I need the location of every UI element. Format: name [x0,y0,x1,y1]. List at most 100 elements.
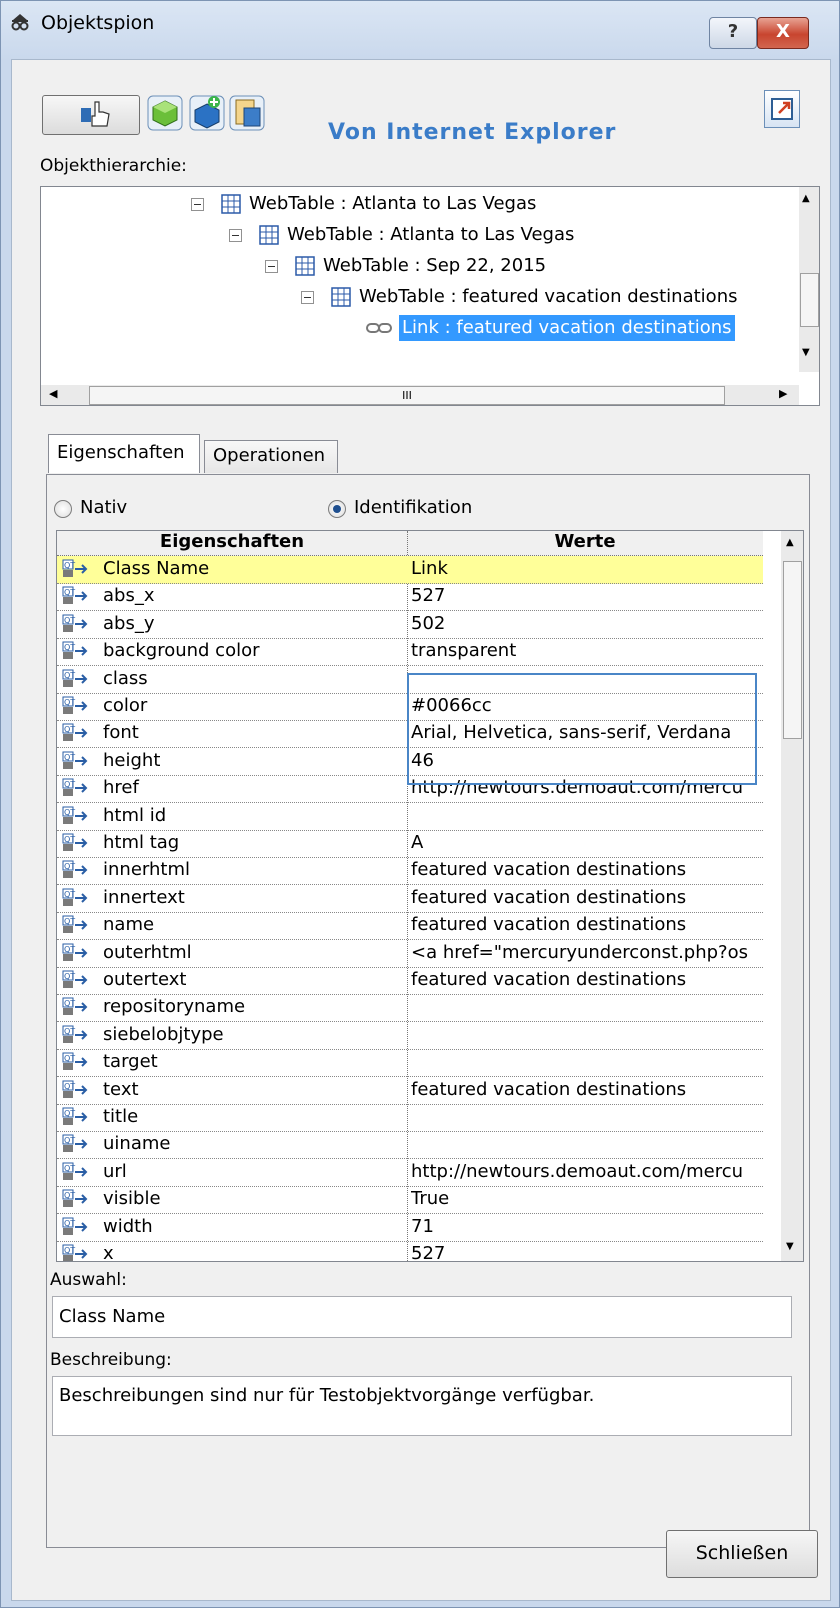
table-row[interactable]: QT abs_x 527 [57,583,763,612]
tree-node-label: Link : featured vacation destinations [399,315,735,341]
table-row[interactable]: QT x 527 [57,1241,763,1262]
property-value: featured vacation destinations [411,1078,687,1100]
description-field[interactable]: Beschreibungen sind nur für Testobjektvo… [52,1376,792,1436]
table-row[interactable]: QT font Arial, Helvetica, sans-serif, Verd… [57,720,763,749]
property-value: 502 [411,612,446,634]
property-icon: QT [62,641,88,661]
table-row[interactable]: QT height 46 [57,748,763,776]
collapse-icon[interactable] [229,229,242,242]
close-button[interactable]: Schließen [666,1530,818,1578]
property-value: <a href="mercuryunderconst.php?os [411,941,748,963]
property-value: 527 [411,585,446,607]
property-icon: QT [62,915,88,935]
scroll-left-icon[interactable]: ◀ [49,387,57,400]
help-button[interactable]: ? [709,17,757,49]
object-spy-window: Objektspion ? X Von Internet Explorer Ob… [0,0,840,1608]
table-row[interactable]: QT uiname [57,1131,763,1160]
property-value: featured vacation destinations [411,914,687,936]
property-icon: QT [62,860,88,880]
scroll-thumb[interactable]: III [89,386,725,405]
table-row[interactable]: QT Class Name Link [57,556,763,584]
link-icon [366,323,392,333]
header-values[interactable]: Werte [407,531,763,552]
table-row[interactable]: QT url http://newtours.demoaut.com/mercu [57,1159,763,1187]
tree-node[interactable]: WebTable : Atlanta to Las Vegas [229,222,769,248]
radio-nativ-label: Nativ [80,497,128,518]
pointing-hand-button[interactable] [42,95,140,135]
svg-text:QT: QT [64,643,75,652]
popout-button[interactable] [764,90,800,128]
pointing-hand-icon [81,101,110,127]
object-repository-icon[interactable] [188,92,226,134]
property-icon: QT [62,1052,88,1072]
properties-grid[interactable]: Eigenschaften Werte QT Class Name Link QT ab… [56,530,804,1262]
tab-eigenschaften[interactable]: Eigenschaften [48,434,200,473]
table-row[interactable]: QT siebelobjtype [57,1022,763,1050]
tree-vertical-scrollbar[interactable]: ▲ ▼ [799,187,819,372]
table-row[interactable]: QT target [57,1049,763,1078]
scroll-thumb[interactable] [783,561,802,739]
property-value: 527 [411,1243,446,1262]
tree-node[interactable]: WebTable : Atlanta to Las Vegas [191,191,751,217]
property-name: outertext [103,969,187,990]
scroll-up-icon[interactable]: ▲ [802,193,810,204]
grid-header: Eigenschaften Werte [57,531,763,556]
table-row[interactable]: QT outertext featured vacation destination… [57,967,763,995]
property-name: uiname [103,1133,171,1155]
radio-nativ[interactable] [54,500,72,518]
table-row[interactable]: QT color #0066cc [57,693,763,721]
copy-clipboard-icon[interactable] [228,92,266,134]
table-row[interactable]: QT outerhtml <a href="mercuryunderconst.ph… [57,940,763,968]
table-row[interactable]: QT href http://newtours.demoaut.com/mercu [57,775,763,804]
table-row[interactable]: QT repositoryname [57,994,763,1023]
property-icon: QT [62,1162,88,1182]
table-row[interactable]: QT class [57,666,763,694]
tree-horizontal-scrollbar[interactable]: ◀ III ▶ [41,385,799,405]
header-properties[interactable]: Eigenschaften [57,531,407,552]
table-row[interactable]: QT abs_y 502 [57,611,763,639]
title-bar[interactable]: Objektspion ? X [1,1,839,49]
property-name: abs_y [103,612,155,634]
collapse-icon[interactable] [265,260,278,273]
property-value: Arial, Helvetica, sans-serif, Verdana [411,722,732,744]
svg-text:QT: QT [64,890,75,899]
table-row[interactable]: QT innerhtml featured vacation destination… [57,857,763,886]
radio-identifikation[interactable] [328,500,346,518]
collapse-icon[interactable] [191,198,204,211]
property-name: repositoryname [103,996,246,1018]
add-object-icon[interactable] [146,92,184,134]
table-row[interactable]: QT html id [57,803,763,831]
table-row[interactable]: QT title [57,1104,763,1132]
scroll-up-icon[interactable]: ▲ [786,537,794,548]
collapse-icon[interactable] [301,291,314,304]
scroll-down-icon[interactable]: ▼ [802,347,810,358]
object-hierarchy-tree[interactable]: WebTable : Atlanta to Las Vegas WebTable… [40,186,820,406]
table-row[interactable]: QT visible True [57,1186,763,1215]
grid-vertical-scrollbar[interactable]: ▲ ▼ [781,531,803,1261]
tree-node-selected[interactable]: Link : featured vacation destinations [341,315,761,341]
table-row[interactable]: QT name featured vacation destinations [57,912,763,941]
tree-node[interactable]: WebTable : Sep 22, 2015 [265,253,765,279]
property-icon: QT [62,997,88,1017]
table-row[interactable]: QT html tag A [57,830,763,858]
tree-node-label: WebTable : Atlanta to Las Vegas [287,224,575,245]
scroll-thumb[interactable] [800,273,819,327]
tree-node[interactable]: WebTable : featured vacation destination… [301,284,801,310]
table-row[interactable]: QT text featured vacation destinations [57,1077,763,1105]
property-name: innerhtml [103,859,190,881]
property-icon: QT [62,1025,88,1045]
close-window-button[interactable]: X [757,17,809,49]
tab-operationen[interactable]: Operationen [204,440,338,473]
description-label: Beschreibung: [50,1350,172,1370]
scroll-right-icon[interactable]: ▶ [779,387,787,400]
svg-text:QT: QT [64,616,75,625]
svg-text:QT: QT [64,1136,75,1145]
table-row[interactable]: QT background color transparent [57,638,763,667]
svg-text:QT: QT [64,1082,75,1091]
svg-text:QT: QT [64,1109,75,1118]
table-row[interactable]: QT width 71 [57,1214,763,1242]
property-name: target [103,1051,158,1073]
scroll-down-icon[interactable]: ▼ [786,1241,794,1252]
selection-field[interactable]: Class Name [52,1296,792,1338]
table-row[interactable]: QT innertext featured vacation destination… [57,885,763,913]
